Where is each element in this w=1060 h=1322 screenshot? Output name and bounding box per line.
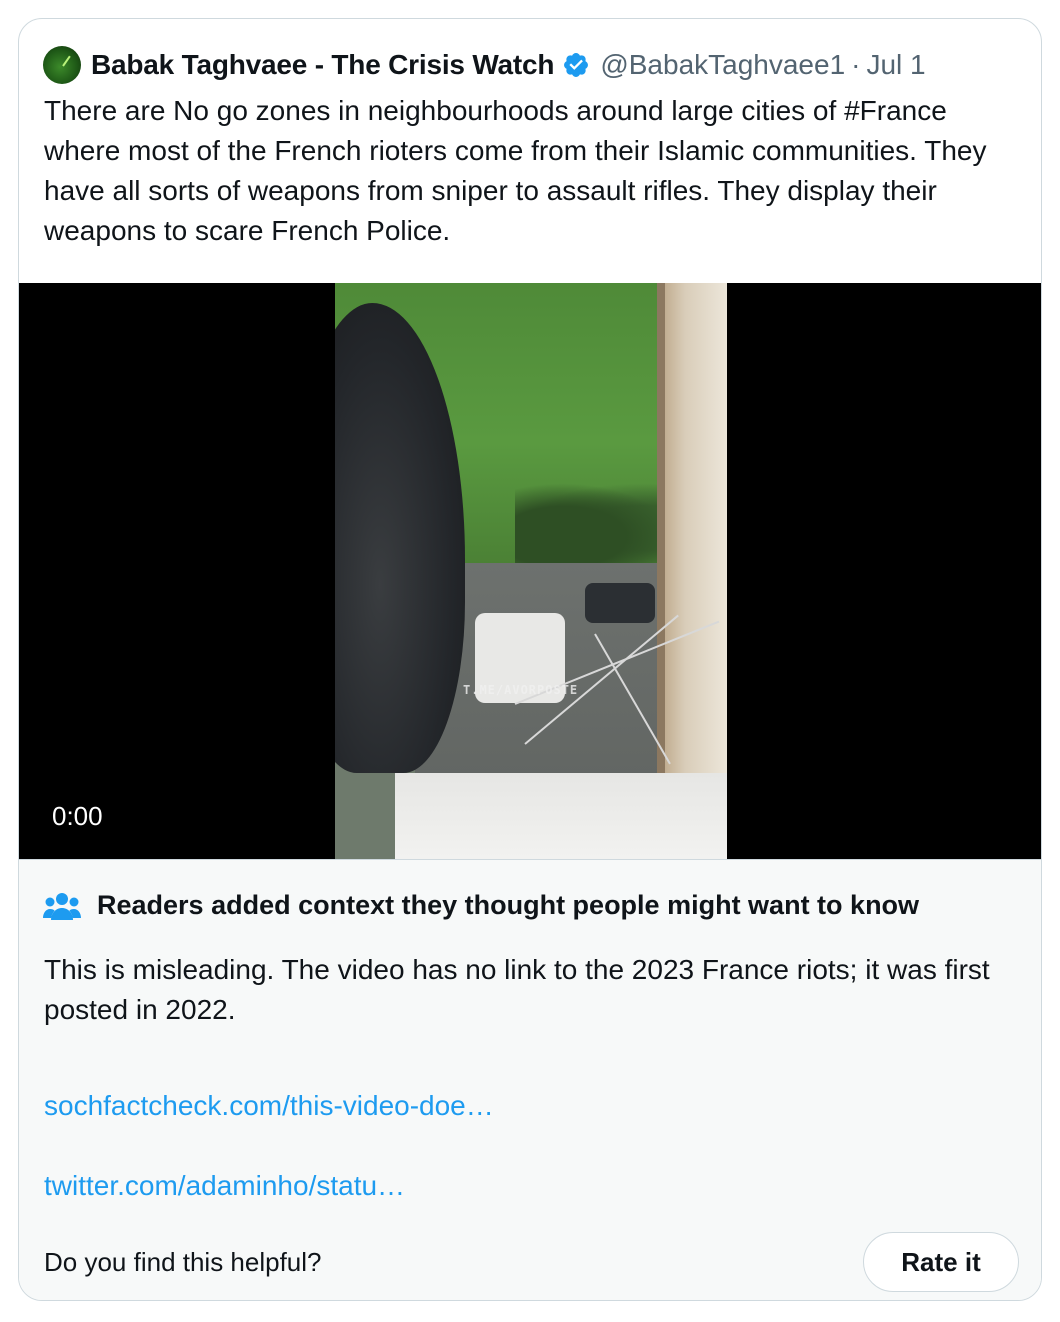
separator-dot: ·: [851, 49, 861, 80]
community-note-body: This is misleading. The video has no lin…: [44, 954, 990, 1025]
avatar[interactable]: [43, 46, 81, 84]
tweet-card[interactable]: Babak Taghvaee - The Crisis Watch @Babak…: [18, 18, 1042, 1301]
user-handle[interactable]: @BabakTaghvaee1: [600, 49, 845, 81]
video-watermark: T.ME/AVORPOSTE: [463, 683, 579, 697]
verified-badge-icon: [564, 53, 589, 77]
video-timestamp: 0:00: [52, 801, 103, 831]
video-player[interactable]: T.ME/AVORPOSTE 0:00: [19, 283, 1041, 859]
rate-it-button[interactable]: Rate it: [863, 1232, 1019, 1292]
video-frame: T.ME/AVORPOSTE: [335, 283, 727, 859]
helpful-question: Do you find this helpful?: [44, 1247, 322, 1277]
tweet-date[interactable]: Jul 1: [866, 49, 925, 81]
display-name[interactable]: Babak Taghvaee - The Crisis Watch: [91, 49, 555, 81]
tweet-text: There are No go zones in neighbourhoods …: [44, 95, 987, 246]
source-link-twitter[interactable]: twitter.com/adaminho/statu…: [44, 1166, 405, 1206]
source-link-sochfactcheck[interactable]: sochfactcheck.com/this-video-doe…: [44, 1086, 494, 1126]
people-icon: [43, 892, 81, 920]
community-note-title: Readers added context they thought peopl…: [97, 890, 920, 920]
tweet-header: Babak Taghvaee - The Crisis Watch @Babak…: [43, 46, 1017, 84]
community-note-header: Readers added context they thought peopl…: [43, 890, 919, 921]
community-note: Readers added context they thought peopl…: [19, 859, 1041, 1300]
